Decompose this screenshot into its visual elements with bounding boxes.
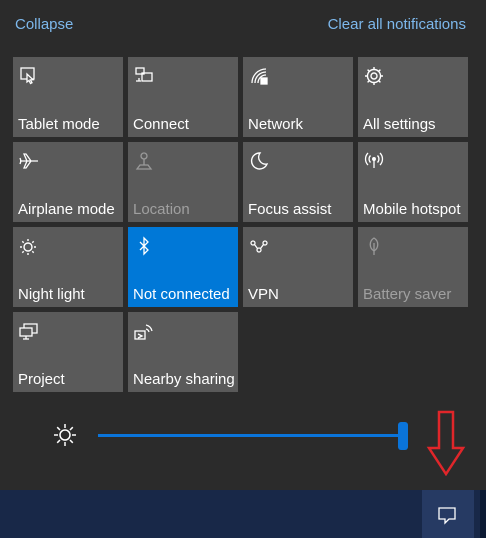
tile-label: Connect	[133, 116, 189, 133]
tile-label: Battery saver	[363, 286, 452, 303]
airplane-icon	[18, 150, 40, 172]
network-icon	[248, 65, 270, 87]
tablet-mode-icon	[18, 65, 40, 87]
night-light-icon	[18, 235, 40, 257]
brightness-track[interactable]	[98, 434, 404, 437]
brightness-icon	[52, 422, 78, 448]
collapse-link[interactable]: Collapse	[15, 16, 73, 33]
action-center-header: Collapse Clear all notifications	[0, 0, 486, 50]
tile-airplane-mode[interactable]: Airplane mode	[13, 142, 123, 222]
bluetooth-icon	[133, 235, 155, 257]
tile-label: Airplane mode	[18, 201, 115, 218]
project-icon	[18, 320, 40, 342]
tile-connect[interactable]: Connect	[128, 57, 238, 137]
clear-all-notifications-link[interactable]: Clear all notifications	[328, 16, 466, 33]
tile-label: Project	[18, 371, 65, 388]
tile-all-settings[interactable]: All settings	[358, 57, 468, 137]
tile-focus-assist[interactable]: Focus assist	[243, 142, 353, 222]
nearby-sharing-icon	[133, 320, 155, 342]
action-center-button[interactable]	[422, 490, 474, 538]
tile-label: Nearby sharing	[133, 371, 235, 388]
tile-network[interactable]: Network	[243, 57, 353, 137]
hotspot-icon	[363, 150, 385, 172]
location-icon	[133, 150, 155, 172]
tile-label: Tablet mode	[18, 116, 100, 133]
tile-battery-saver[interactable]: Battery saver	[358, 227, 468, 307]
tile-label: Focus assist	[248, 201, 332, 218]
taskbar	[0, 490, 486, 538]
action-center-panel: Collapse Clear all notifications Tablet …	[0, 0, 486, 490]
action-center-icon	[438, 507, 456, 525]
tile-label: Network	[248, 116, 304, 133]
tile-label: All settings	[363, 116, 436, 133]
tile-tablet-mode[interactable]: Tablet mode	[13, 57, 123, 137]
moon-icon	[248, 150, 270, 172]
tile-label: Night light	[18, 286, 85, 303]
tile-night-light[interactable]: Night light	[13, 227, 123, 307]
tile-label: VPN	[248, 286, 279, 303]
red-down-arrow-icon	[426, 410, 466, 477]
gear-icon	[363, 65, 385, 87]
tile-project[interactable]: Project	[13, 312, 123, 392]
vpn-icon	[248, 235, 270, 257]
show-desktop-edge[interactable]	[480, 490, 486, 538]
connect-icon	[133, 65, 155, 87]
tile-label: Mobile hotspot	[363, 201, 461, 218]
tile-vpn[interactable]: VPN	[243, 227, 353, 307]
brightness-slider	[0, 400, 486, 470]
battery-saver-icon	[363, 235, 385, 257]
tile-mobile-hotspot[interactable]: Mobile hotspot	[358, 142, 468, 222]
tile-nearby-sharing[interactable]: Nearby sharing	[128, 312, 238, 392]
tile-location[interactable]: Location	[128, 142, 238, 222]
tile-label: Location	[133, 201, 190, 218]
tile-label: Not connected	[133, 286, 230, 303]
brightness-thumb[interactable]	[398, 422, 408, 450]
tile-bluetooth[interactable]: Not connected	[128, 227, 238, 307]
